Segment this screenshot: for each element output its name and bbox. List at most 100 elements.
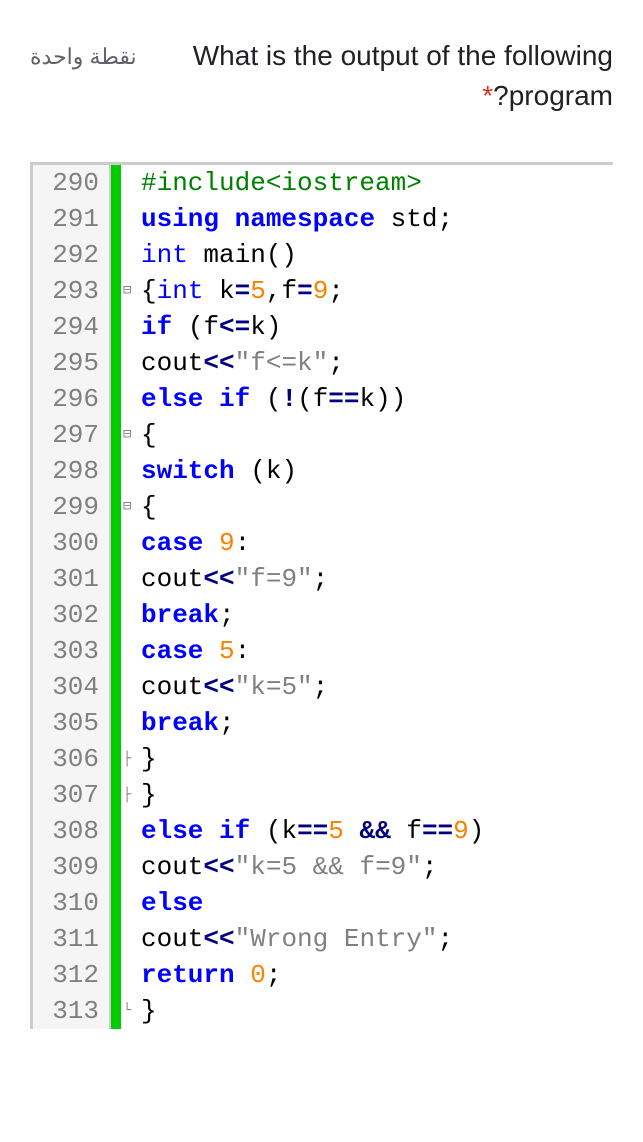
fold-icon[interactable]: ⊟ [121,489,139,525]
change-marker [111,813,121,849]
line-number: 308 [33,813,111,849]
fold-icon [121,885,139,921]
line-number: 302 [33,597,111,633]
code-line: 313 └} [33,993,613,1029]
code-content: else if (!(f==k)) [139,381,613,417]
fold-icon [121,669,139,705]
line-number: 293 [33,273,111,309]
code-line: 307 ├} [33,777,613,813]
change-marker [111,921,121,957]
change-marker [111,633,121,669]
code-content: } [139,777,613,813]
fold-icon [121,957,139,993]
line-number: 307 [33,777,111,813]
fold-icon [121,237,139,273]
code-line: 292int main() [33,237,613,273]
fold-icon[interactable]: └ [121,993,139,1029]
code-line: 306├} [33,741,613,777]
question-word: program? [493,80,613,111]
fold-icon [121,525,139,561]
points-label: نقطة واحدة [30,40,137,70]
fold-icon [121,813,139,849]
code-line: 302 break; [33,597,613,633]
code-line: 309 cout<<"k=5 && f=9"; [33,849,613,885]
line-number: 310 [33,885,111,921]
line-number: 304 [33,669,111,705]
fold-icon [121,345,139,381]
code-content: {int k=5,f=9; [139,273,613,309]
fold-icon[interactable]: ├ [121,741,139,777]
fold-icon [121,597,139,633]
fold-icon [121,201,139,237]
change-marker [111,165,121,201]
fold-icon [121,381,139,417]
change-marker [111,885,121,921]
change-marker [111,705,121,741]
line-number: 313 [33,993,111,1029]
code-content: break; [139,705,613,741]
code-content: case 5: [139,633,613,669]
change-marker [111,309,121,345]
fold-icon [121,633,139,669]
code-content: cout<<"k=5"; [139,669,613,705]
code-line: 308 else if (k==5 && f==9) [33,813,613,849]
code-content: break; [139,597,613,633]
code-line: 301cout<<"f=9"; [33,561,613,597]
fold-icon[interactable]: ⊟ [121,273,139,309]
code-content: cout<<"f=9"; [139,561,613,597]
change-marker [111,849,121,885]
line-number: 312 [33,957,111,993]
fold-icon [121,561,139,597]
code-content: else if (k==5 && f==9) [139,813,613,849]
line-number: 294 [33,309,111,345]
code-line: 293 ⊟{int k=5,f=9; [33,273,613,309]
change-marker [111,669,121,705]
code-content: else [139,885,613,921]
required-asterisk: * [482,80,493,111]
line-number: 291 [33,201,111,237]
code-content: switch (k) [139,453,613,489]
code-line: 295cout<<"f<=k"; [33,345,613,381]
code-content: } [139,993,613,1029]
question-line-2: program?* [157,80,613,112]
code-content: cout<<"Wrong Entry"; [139,921,613,957]
change-marker [111,525,121,561]
code-content: { [139,417,613,453]
code-content: cout<<"f<=k"; [139,345,613,381]
fold-icon [121,309,139,345]
code-content: if (f<=k) [139,309,613,345]
line-number: 290 [33,165,111,201]
code-line: 305break; [33,705,613,741]
line-number: 309 [33,849,111,885]
line-number: 296 [33,381,111,417]
change-marker [111,417,121,453]
line-number: 303 [33,633,111,669]
line-number: 298 [33,453,111,489]
fold-icon[interactable]: ├ [121,777,139,813]
change-marker [111,561,121,597]
change-marker [111,741,121,777]
code-content: using namespace std; [139,201,613,237]
change-marker [111,273,121,309]
code-editor: 290 #include<iostream> 291 using namespace … [30,162,613,1029]
fold-icon [121,705,139,741]
code-line: 290 #include<iostream> [33,165,613,201]
question-line-1: What is the output of the following [157,40,613,72]
change-marker [111,345,121,381]
change-marker [111,381,121,417]
fold-icon [121,165,139,201]
code-line: 296 else if (!(f==k)) [33,381,613,417]
code-line: 294 if (f<=k) [33,309,613,345]
code-line: 304 cout<<"k=5"; [33,669,613,705]
change-marker [111,777,121,813]
code-line: 297⊟{ [33,417,613,453]
code-line: 299⊟{ [33,489,613,525]
code-content: return 0; [139,957,613,993]
code-content: cout<<"k=5 && f=9"; [139,849,613,885]
change-marker [111,489,121,525]
line-number: 300 [33,525,111,561]
fold-icon[interactable]: ⊟ [121,417,139,453]
change-marker [111,453,121,489]
code-content: int main() [139,237,613,273]
code-content: #include<iostream> [139,165,613,201]
